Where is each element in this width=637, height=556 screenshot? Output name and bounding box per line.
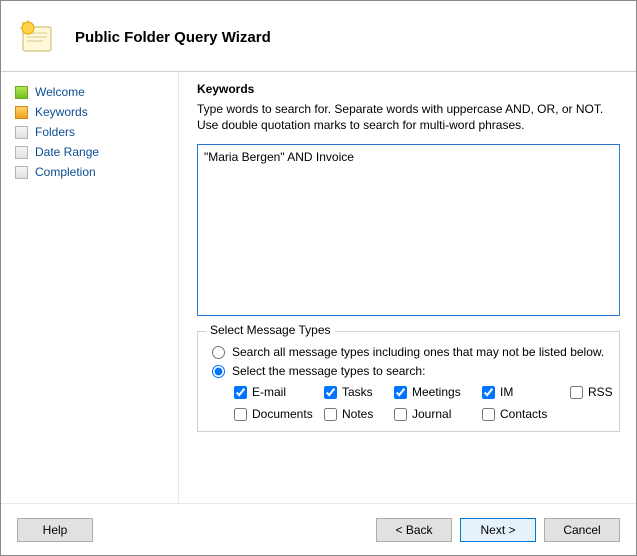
- radio-label: Select the message types to search:: [232, 364, 425, 378]
- next-button[interactable]: Next >: [460, 518, 536, 542]
- checkbox-email[interactable]: E-mail: [234, 385, 324, 399]
- help-button[interactable]: Help: [17, 518, 93, 542]
- radio-search-all[interactable]: Search all message types including ones …: [210, 345, 607, 359]
- checkbox-contacts[interactable]: Contacts: [482, 407, 570, 421]
- step-pending-icon: [15, 166, 28, 179]
- radio-select-types-input[interactable]: [212, 365, 225, 378]
- wizard-main: Keywords Type words to search for. Separ…: [179, 72, 636, 503]
- message-types-grid: E-mail Tasks Meetings IM: [234, 385, 607, 421]
- checkbox-im[interactable]: IM: [482, 385, 570, 399]
- checkbox-label: Contacts: [500, 407, 547, 421]
- checkbox-documents-input[interactable]: [234, 408, 247, 421]
- checkbox-label: Meetings: [412, 385, 461, 399]
- message-types-legend: Select Message Types: [206, 323, 335, 337]
- checkbox-label: Tasks: [342, 385, 373, 399]
- wizard-body: Welcome Keywords Folders Date Range Comp…: [1, 72, 636, 503]
- sidebar-item-label: Date Range: [35, 145, 99, 159]
- checkbox-meetings[interactable]: Meetings: [394, 385, 482, 399]
- step-done-icon: [15, 86, 28, 99]
- wizard-window: Public Folder Query Wizard Welcome Keywo…: [0, 0, 637, 556]
- section-heading: Keywords: [197, 82, 620, 96]
- checkbox-journal[interactable]: Journal: [394, 407, 482, 421]
- checkbox-label: Notes: [342, 407, 373, 421]
- step-pending-icon: [15, 126, 28, 139]
- wizard-sidebar: Welcome Keywords Folders Date Range Comp…: [1, 72, 179, 503]
- checkbox-email-input[interactable]: [234, 386, 247, 399]
- keywords-input[interactable]: [197, 144, 620, 316]
- checkbox-rss[interactable]: RSS: [570, 385, 630, 399]
- checkbox-label: E-mail: [252, 385, 286, 399]
- checkbox-journal-input[interactable]: [394, 408, 407, 421]
- checkbox-tasks[interactable]: Tasks: [324, 385, 394, 399]
- checkbox-notes[interactable]: Notes: [324, 407, 394, 421]
- message-types-group: Select Message Types Search all message …: [197, 331, 620, 432]
- sidebar-item-completion[interactable]: Completion: [15, 162, 170, 182]
- checkbox-label: IM: [500, 385, 513, 399]
- sidebar-item-label: Keywords: [35, 105, 88, 119]
- checkbox-contacts-input[interactable]: [482, 408, 495, 421]
- sidebar-item-label: Welcome: [35, 85, 85, 99]
- checkbox-rss-input[interactable]: [570, 386, 583, 399]
- back-button[interactable]: < Back: [376, 518, 452, 542]
- sidebar-item-welcome[interactable]: Welcome: [15, 82, 170, 102]
- checkbox-notes-input[interactable]: [324, 408, 337, 421]
- radio-search-all-input[interactable]: [212, 346, 225, 359]
- sidebar-item-folders[interactable]: Folders: [15, 122, 170, 142]
- radio-label: Search all message types including ones …: [232, 345, 604, 359]
- wizard-icon: [15, 15, 59, 59]
- checkbox-label: Documents: [252, 407, 313, 421]
- wizard-footer: Help < Back Next > Cancel: [1, 503, 636, 555]
- checkbox-meetings-input[interactable]: [394, 386, 407, 399]
- cancel-button[interactable]: Cancel: [544, 518, 620, 542]
- checkbox-label: Journal: [412, 407, 451, 421]
- sidebar-item-label: Completion: [35, 165, 96, 179]
- checkbox-documents[interactable]: Documents: [234, 407, 324, 421]
- step-active-icon: [15, 106, 28, 119]
- wizard-header: Public Folder Query Wizard: [1, 1, 636, 71]
- sidebar-item-keywords[interactable]: Keywords: [15, 102, 170, 122]
- wizard-title: Public Folder Query Wizard: [75, 29, 271, 46]
- checkbox-im-input[interactable]: [482, 386, 495, 399]
- checkbox-label: RSS: [588, 385, 613, 399]
- sidebar-item-label: Folders: [35, 125, 75, 139]
- section-instructions: Type words to search for. Separate words…: [197, 101, 620, 133]
- radio-select-types[interactable]: Select the message types to search:: [210, 364, 607, 378]
- step-pending-icon: [15, 146, 28, 159]
- checkbox-tasks-input[interactable]: [324, 386, 337, 399]
- sidebar-item-date-range[interactable]: Date Range: [15, 142, 170, 162]
